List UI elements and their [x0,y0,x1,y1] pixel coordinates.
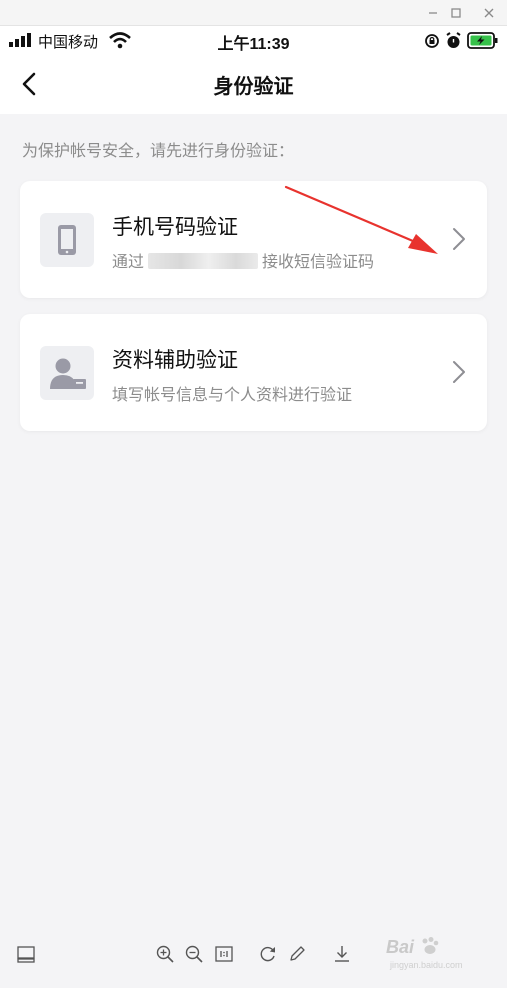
profile-card-icon [40,346,94,400]
maximize-icon[interactable] [447,4,465,22]
paw-logo-icon [422,937,439,954]
panel-icon[interactable] [16,944,36,964]
option-title: 手机号码验证 [112,215,238,239]
zoom-out-icon[interactable] [184,944,204,964]
subtitle-prefix: 通过 [112,252,145,271]
chevron-right-icon [453,228,465,250]
phone-icon [40,213,94,267]
option-title: 资料辅助验证 [112,348,238,372]
battery-icon [467,32,498,49]
nav-bar: 身份验证 [0,56,507,114]
status-bar: 中国移动 上午11:39 [0,26,507,56]
page-title: 身份验证 [213,74,294,98]
zoom-in-icon[interactable] [155,944,175,964]
download-icon[interactable] [332,944,352,964]
minimize-icon[interactable] [424,4,442,22]
annotation-arrow-icon [284,185,438,254]
alarm-icon [446,32,461,48]
watermark-url: jingyan.baidu.com [390,960,463,970]
actual-size-icon[interactable] [214,944,234,964]
watermark: Bai [386,936,441,958]
option-subtitle: 填写帐号信息与个人资料进行验证 [112,385,353,404]
chevron-right-icon [453,361,465,383]
rotate-icon[interactable] [258,944,278,964]
masked-phone-number [148,253,259,269]
edit-pencil-icon[interactable] [287,944,307,964]
rotation-lock-icon [425,34,439,48]
instruction-text: 为保护帐号安全，请先进行身份验证： [22,141,295,160]
close-icon[interactable] [480,4,498,22]
window-titlebar [0,0,507,26]
watermark-brand: Bai [386,937,415,957]
profile-verification-option[interactable]: 资料辅助验证 填写帐号信息与个人资料进行验证 [20,314,487,431]
